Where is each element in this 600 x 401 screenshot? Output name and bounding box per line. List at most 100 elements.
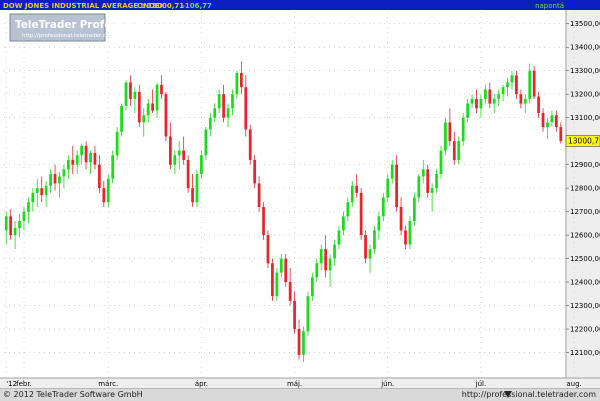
candle-body [452, 141, 456, 160]
x-tick-label: márc. [98, 380, 118, 388]
candle-body [239, 73, 243, 88]
y-tick-label: 12600,00 [570, 232, 600, 240]
candle-body [324, 249, 328, 271]
candle-body [106, 178, 110, 203]
candle-body [408, 221, 412, 245]
candle-body [413, 197, 416, 222]
candle-body [288, 282, 292, 301]
candle-body [266, 235, 270, 264]
y-axis-labels: 12100,00 12200,00 12300,00 12400,00 12500,00… [566, 20, 600, 357]
candle-body [279, 258, 283, 273]
candle [120, 103, 123, 137]
candle [266, 230, 270, 268]
logo-brand-a: TeleTrader [15, 19, 78, 31]
candle [408, 216, 412, 250]
candle [532, 66, 536, 99]
candle-body [9, 216, 13, 236]
candle-body [328, 258, 332, 271]
candle-body [470, 98, 474, 104]
candle-body [44, 185, 48, 196]
candle-body [231, 94, 234, 109]
candle-body [173, 155, 177, 165]
candle-body [89, 152, 92, 163]
candle-body [217, 94, 221, 109]
candle-body [457, 141, 461, 160]
candle-body [559, 127, 563, 142]
candle-body [381, 197, 385, 217]
candle [115, 127, 119, 160]
candle [248, 124, 252, 165]
candle-body [75, 155, 79, 165]
x-tick-label: ápr. [195, 380, 208, 388]
candle-body [359, 192, 363, 236]
candle-body [293, 300, 296, 330]
candle-body [102, 188, 106, 203]
candle-body [430, 188, 434, 193]
x-tick-label: máj. [287, 380, 302, 388]
candle-body [284, 258, 288, 283]
candle-body [53, 174, 57, 184]
y-tick-label: 13400,00 [570, 44, 600, 52]
candle-body [208, 117, 212, 130]
interval-label: napontá [535, 2, 564, 10]
candle-body [461, 117, 465, 142]
candle [364, 230, 367, 264]
candle-body [115, 131, 119, 156]
candle-body [93, 152, 97, 165]
candle-body [275, 272, 279, 297]
candle [262, 202, 265, 240]
candle-body [501, 87, 505, 95]
candle-body [488, 89, 492, 104]
candle-body [58, 176, 61, 184]
x-tick-label: júl. [475, 380, 487, 388]
close-value: C: 13000,71 [137, 2, 184, 10]
candle [306, 291, 310, 337]
candle-body [235, 73, 239, 95]
y-tick-label: 12700,00 [570, 208, 600, 216]
candle-body [510, 75, 514, 83]
candle-body [71, 159, 75, 165]
candle-body [404, 230, 407, 245]
candle-body [186, 159, 190, 189]
candle-body [417, 176, 421, 198]
candle-body [541, 112, 545, 128]
candle-body [164, 94, 168, 137]
candle-body [532, 70, 536, 97]
y-tick-label: 13200,00 [570, 91, 600, 99]
copyright-text: © 2012 TeleTrader Software GmbH [3, 390, 143, 399]
candle [444, 117, 447, 156]
y-tick-label: 12200,00 [570, 326, 600, 334]
candle [164, 91, 168, 142]
candle [461, 112, 465, 146]
candle-body [18, 221, 21, 229]
candle-body [515, 75, 518, 95]
candle-body [483, 89, 487, 99]
y-tick-label: 13500,00 [570, 20, 600, 28]
candle-body [191, 188, 194, 203]
candle-body [333, 244, 336, 259]
candle-body [466, 103, 469, 118]
candle [186, 155, 190, 193]
y-tick-label: 12800,00 [570, 185, 600, 193]
candle-body [195, 174, 199, 203]
candle-body [528, 70, 532, 99]
candle-body [253, 159, 257, 184]
candle [284, 253, 288, 287]
candle-body [257, 183, 261, 207]
y-tick-label: 13100,00 [570, 114, 600, 122]
candle-body [297, 329, 301, 355]
candle-body [435, 174, 438, 189]
candle-body [537, 96, 540, 113]
logo-brand: TeleTrader Professional [15, 19, 153, 31]
candle-body [213, 108, 217, 118]
candle-body [204, 129, 208, 156]
candle-body [271, 263, 274, 297]
candle-body [377, 216, 381, 231]
candle-body [13, 228, 17, 236]
candle-body [319, 249, 323, 264]
candle-body [66, 159, 70, 170]
candle-body [395, 164, 399, 207]
price-chart[interactable]: 12100,00 12200,00 12300,00 12400,00 12500,00… [0, 0, 600, 388]
candle-body [248, 129, 252, 160]
candle [359, 188, 363, 240]
